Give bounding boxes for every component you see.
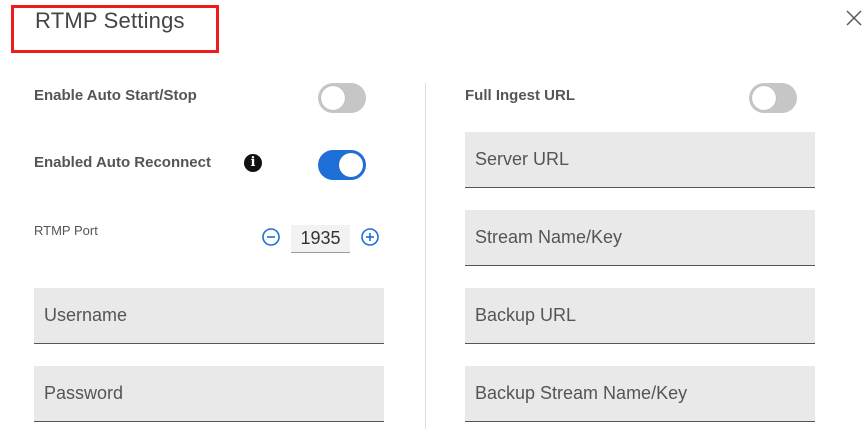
server-url-field[interactable] bbox=[465, 132, 815, 188]
backup-url-field[interactable] bbox=[465, 288, 815, 344]
toggle-knob bbox=[339, 153, 363, 177]
toggle-knob bbox=[752, 86, 776, 110]
auto-reconnect-label: Enabled Auto Reconnect bbox=[34, 154, 211, 171]
info-icon[interactable]: i bbox=[244, 154, 262, 172]
plus-circle-icon bbox=[361, 228, 379, 246]
close-button[interactable] bbox=[844, 8, 864, 28]
close-icon bbox=[846, 10, 862, 26]
minus-circle-icon bbox=[262, 228, 280, 246]
full-ingest-url-label: Full Ingest URL bbox=[465, 87, 575, 104]
password-field[interactable] bbox=[34, 366, 384, 422]
toggle-knob bbox=[321, 86, 345, 110]
username-field[interactable] bbox=[34, 288, 384, 344]
full-ingest-url-toggle[interactable] bbox=[749, 83, 797, 113]
port-increment-button[interactable] bbox=[360, 227, 380, 247]
rtmp-settings-dialog: RTMP Settings Enable Auto Start/Stop Ena… bbox=[0, 0, 864, 429]
auto-start-stop-label: Enable Auto Start/Stop bbox=[34, 87, 197, 104]
dialog-title: RTMP Settings bbox=[35, 8, 185, 33]
port-decrement-button[interactable] bbox=[261, 227, 281, 247]
rtmp-port-input[interactable] bbox=[291, 225, 350, 253]
auto-reconnect-toggle[interactable] bbox=[318, 150, 366, 180]
auto-start-stop-toggle[interactable] bbox=[318, 83, 366, 113]
rtmp-port-label: RTMP Port bbox=[34, 223, 98, 238]
backup-stream-name-key-field[interactable] bbox=[465, 366, 815, 422]
column-divider bbox=[425, 83, 426, 429]
stream-name-key-field[interactable] bbox=[465, 210, 815, 266]
